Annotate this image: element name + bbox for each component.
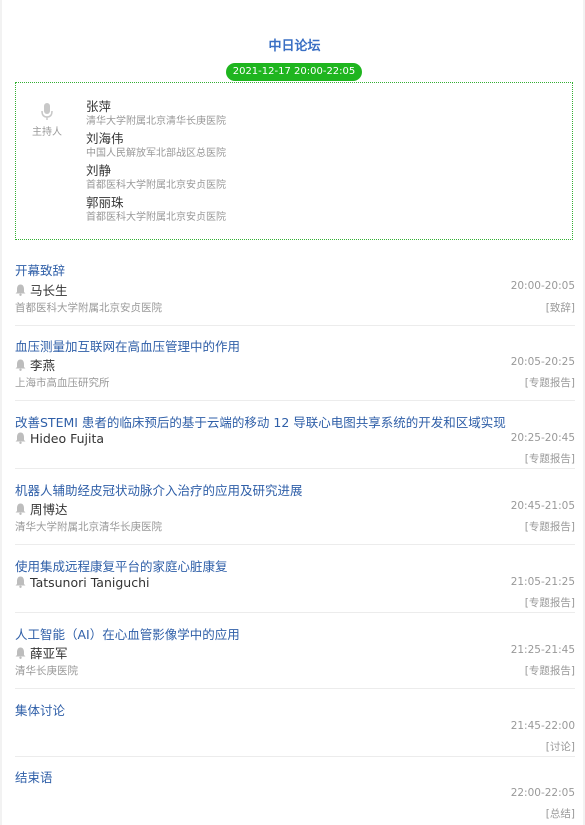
bell-icon <box>15 284 26 296</box>
session-time: 22:00-22:05 <box>510 787 575 799</box>
host-item: 刘海伟 中国人民解放军北部战区总医院 <box>86 131 226 163</box>
divider <box>15 325 575 326</box>
host-panel: 主持人 张萍 清华大学附属北京清华长庚医院 刘海伟 中国人民解放军北部战区总医院… <box>15 82 573 240</box>
session-title[interactable]: 人工智能（AI）在心血管影像学中的应用 <box>15 624 240 643</box>
session-speaker[interactable]: 李燕 <box>15 355 55 374</box>
forum-page: 中日论坛 2021-12-17 20:00-22:05 主持人 张萍 清华大学附… <box>2 0 583 825</box>
session-type: [专题报告] <box>524 665 575 677</box>
session-title[interactable]: 结束语 <box>15 767 53 786</box>
divider <box>15 544 575 545</box>
session-time: 21:25-21:45 <box>510 644 575 656</box>
session-type: [致辞] <box>545 302 575 314</box>
divider <box>15 756 575 757</box>
divider <box>15 400 575 401</box>
session-type: [总结] <box>545 808 575 820</box>
session-speaker[interactable]: Hideo Fujita <box>15 431 104 446</box>
session-time: 20:25-20:45 <box>510 432 575 444</box>
session-title[interactable]: 机器人辅助经皮冠状动脉介入治疗的应用及研究进展 <box>15 480 303 499</box>
session-org: 上海市高血压研究所 <box>15 377 110 389</box>
host-name[interactable]: 张萍 <box>86 99 226 115</box>
session-title[interactable]: 改善STEMI 患者的临床预后的基于云端的移动 12 导联心电图共享系统的开发和… <box>15 412 506 431</box>
host-org: 首都医科大学附属北京安贞医院 <box>86 180 226 191</box>
session-speaker[interactable]: Tatsunori Taniguchi <box>15 575 149 590</box>
session-type: [专题报告] <box>524 453 575 465</box>
session-org: 清华大学附属北京清华长庚医院 <box>15 521 162 533</box>
session-type: [专题报告] <box>524 597 575 609</box>
session-time: 20:05-20:25 <box>510 356 575 368</box>
session-org: 清华长庚医院 <box>15 665 78 677</box>
session-speaker[interactable]: 薛亚军 <box>15 643 68 662</box>
speaker-name: 马长生 <box>30 283 68 298</box>
session-time: 20:45-21:05 <box>510 500 575 512</box>
bell-icon <box>15 647 26 659</box>
microphone-icon <box>41 103 53 120</box>
session-org: 首都医科大学附属北京安贞医院 <box>15 302 162 314</box>
forum-time-badge: 2021-12-17 20:00-22:05 <box>226 63 362 81</box>
host-list: 张萍 清华大学附属北京清华长庚医院 刘海伟 中国人民解放军北部战区总医院 刘静 … <box>86 99 226 227</box>
host-item: 张萍 清华大学附属北京清华长庚医院 <box>86 99 226 131</box>
divider <box>15 612 575 613</box>
speaker-name: Tatsunori Taniguchi <box>30 575 150 590</box>
host-label: 主持人 <box>32 127 62 138</box>
session-speaker[interactable]: 周博达 <box>15 499 68 518</box>
host-item: 刘静 首都医科大学附属北京安贞医院 <box>86 163 226 195</box>
session-type: [专题报告] <box>524 521 575 533</box>
host-org: 清华大学附属北京清华长庚医院 <box>86 116 226 127</box>
host-name[interactable]: 郭丽珠 <box>86 195 226 211</box>
bell-icon <box>15 359 26 371</box>
speaker-name: Hideo Fujita <box>30 431 105 446</box>
host-org: 首都医科大学附属北京安贞医院 <box>86 212 226 223</box>
session-title[interactable]: 血压测量加互联网在高血压管理中的作用 <box>15 336 240 355</box>
speaker-name: 李燕 <box>30 358 56 373</box>
session-title[interactable]: 使用集成远程康复平台的家庭心脏康复 <box>15 556 228 575</box>
speaker-name: 周博达 <box>30 502 68 517</box>
bell-icon <box>15 503 26 515</box>
host-item: 郭丽珠 首都医科大学附属北京安贞医院 <box>86 195 226 227</box>
host-name[interactable]: 刘静 <box>86 163 226 179</box>
forum-title: 中日论坛 <box>268 39 321 54</box>
host-name[interactable]: 刘海伟 <box>86 131 226 147</box>
host-org: 中国人民解放军北部战区总医院 <box>86 148 226 159</box>
session-time: 21:45-22:00 <box>510 720 575 732</box>
bell-icon <box>15 576 26 588</box>
session-time: 21:05-21:25 <box>510 576 575 588</box>
bell-icon <box>15 432 26 444</box>
session-title[interactable]: 集体讨论 <box>15 700 65 719</box>
session-type: [专题报告] <box>524 377 575 389</box>
session-title[interactable]: 开幕致辞 <box>15 260 65 279</box>
divider <box>15 468 575 469</box>
session-time: 20:00-20:05 <box>510 280 575 292</box>
divider <box>15 688 575 689</box>
speaker-name: 薛亚军 <box>30 646 68 661</box>
host-label-block: 主持人 <box>30 103 64 138</box>
session-speaker[interactable]: 马长生 <box>15 280 68 299</box>
session-type: [讨论] <box>545 741 575 753</box>
